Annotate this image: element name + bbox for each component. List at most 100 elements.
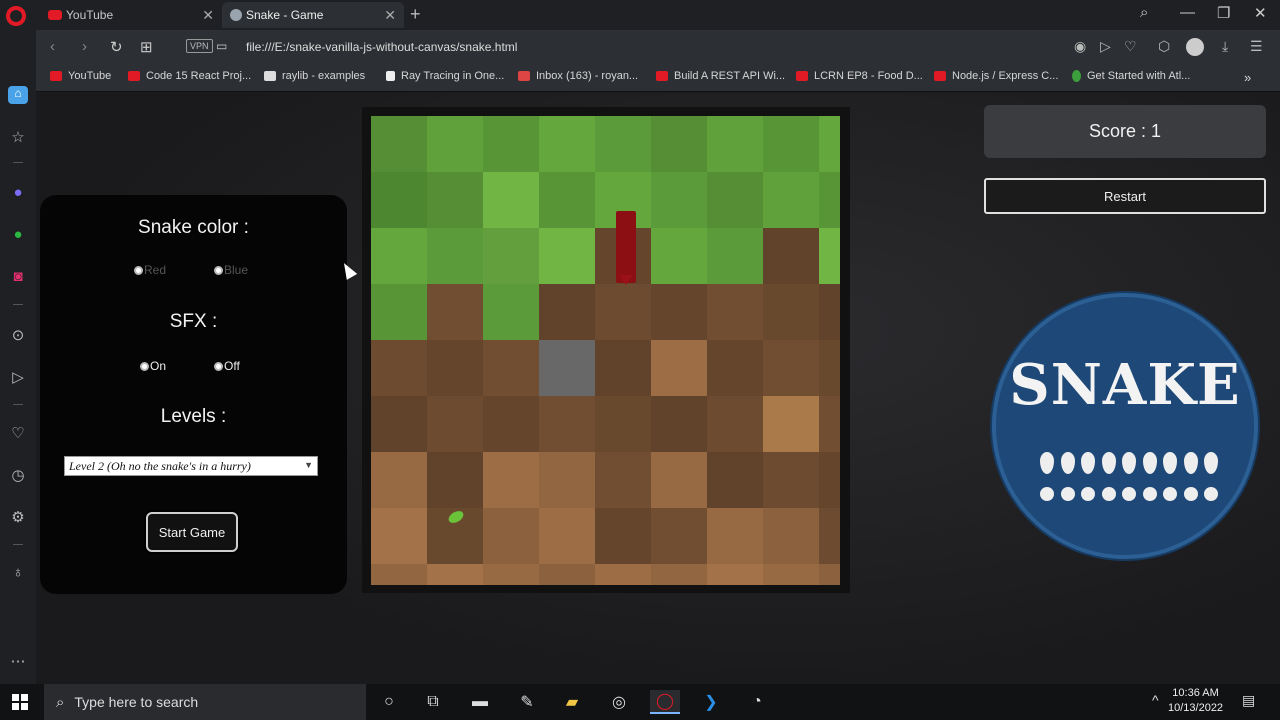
board-tile [651,452,707,508]
tab-title: Snake - Game [246,8,324,22]
minimize-button[interactable]: — [1180,4,1195,21]
board-tile [483,116,539,172]
board-tile [427,452,483,508]
bookmark-item[interactable]: LCRN EP8 - Food D... [796,70,923,82]
home-icon[interactable]: ⌂ [8,86,28,104]
board-tile [595,564,651,585]
bookmark-item[interactable]: Get Started with Atl... [1072,70,1190,82]
opera-taskbar-icon[interactable]: ◯ [650,690,680,714]
maximize-button[interactable]: ❐ [1217,4,1230,22]
radio-label: On [150,359,167,373]
opera-menu-icon[interactable] [6,6,26,26]
chevron-up-icon[interactable]: ^ [1152,692,1159,708]
mongodb-icon [1072,70,1081,82]
system-clock[interactable]: 10:36 AM 10/13/2022 [1168,686,1223,716]
whatsapp-icon[interactable]: ● [8,226,28,243]
lightbulb-icon[interactable]: ♁ [8,564,28,581]
board-tile [483,284,539,340]
paint-icon[interactable]: ✎ [512,690,542,714]
radio-red[interactable]: Red [134,263,166,277]
star-icon[interactable]: ☆ [8,128,28,146]
file-explorer-icon[interactable]: ▰ [557,690,587,714]
url-input[interactable]: file:///E:/snake-vanilla-js-without-canv… [246,40,517,54]
tab-bar: YouTube ✕ Snake - Game ✕ + ⌕ — ❐ ✕ [0,0,1280,30]
menu-icon[interactable]: ☰ [1250,38,1263,55]
tab-snake-game[interactable]: Snake - Game ✕ [222,2,404,28]
send-icon[interactable]: ▷ [1100,38,1111,55]
close-window-button[interactable]: ✕ [1254,4,1267,22]
radio-dot-icon [214,265,223,275]
board-tile [763,396,819,452]
search-tabs-icon[interactable]: ⌕ [1140,4,1148,21]
bookmark-item[interactable]: Code 15 React Proj... [128,70,251,82]
forward-button[interactable]: › [82,38,87,55]
board-tile [371,172,427,228]
camera-icon[interactable]: ◉ [1074,38,1086,55]
snake-color-title: Snake color : [138,217,249,238]
back-button[interactable]: ‹ [50,38,55,55]
page-icon [264,71,276,81]
speed-dial-icon[interactable]: ⊞ [140,38,153,56]
cortana-icon[interactable]: ○ [374,690,404,714]
start-game-button[interactable]: Start Game [146,512,238,552]
extensions-icon[interactable]: ⬡ [1158,38,1170,55]
send-icon[interactable]: ▷ [8,368,28,386]
board-tile [371,396,427,452]
more-options-icon[interactable]: ⋯ [8,652,28,670]
player-icon[interactable]: ⊙ [8,326,28,344]
notifications-icon[interactable]: ▤ [1242,692,1255,709]
radio-sfx-on[interactable]: On [140,359,166,373]
restart-button[interactable]: Restart [984,178,1266,214]
history-icon[interactable]: ◷ [8,466,28,484]
sidebar-divider [13,162,23,163]
bookmark-item[interactable]: Inbox (163) - royan... [518,70,638,82]
board-tile [763,284,819,340]
taskbar-search-input[interactable]: ⌕ Type here to search [44,684,366,720]
profile-avatar[interactable] [1186,38,1204,56]
download-icon[interactable]: ⤓ [1222,38,1228,55]
tab-youtube[interactable]: YouTube ✕ [40,2,222,28]
vpn-badge[interactable]: VPN [186,39,213,53]
game-board [362,107,850,593]
reload-icon[interactable]: ↻ [110,38,123,56]
board-tile [371,284,427,340]
close-tab-icon[interactable]: ✕ [384,7,396,24]
logo-teeth [1040,452,1218,474]
board-tile [483,452,539,508]
board-tile [651,228,707,284]
bookmark-item[interactable]: raylib - examples [264,70,365,82]
settings-icon[interactable]: ⚙ [8,508,28,526]
bookmark-label: Node.js / Express C... [952,70,1059,82]
instagram-icon[interactable]: ◙ [8,268,28,285]
board-tile [539,396,595,452]
youtube-icon [128,71,140,81]
messenger-icon[interactable]: ● [8,184,28,201]
heart-icon[interactable]: ♡ [1124,38,1137,55]
vscode-icon[interactable]: ❯ [696,690,726,714]
heart-icon[interactable]: ♡ [8,424,28,442]
bookmark-item[interactable]: Ray Tracing in One... [386,70,504,82]
board-tile [707,340,763,396]
level-select[interactable]: Level 2 (Oh no the snake's in a hurry) ▼ [64,456,318,476]
more-bookmarks-button[interactable]: » [1244,70,1251,85]
terminal-icon[interactable]: ▬ [465,690,495,714]
radio-blue[interactable]: Blue [214,263,248,277]
board-tile [539,116,595,172]
radio-sfx-off[interactable]: Off [214,359,240,373]
board-tile [651,172,707,228]
media-player-icon[interactable]: ◎ [604,690,634,714]
board-tile [483,564,539,585]
bookmark-item[interactable]: Node.js / Express C... [934,70,1058,82]
board-tile [707,228,763,284]
windows-start-icon[interactable] [12,694,28,710]
board-tile [819,340,840,396]
task-view-icon[interactable]: ⧉ [418,690,448,714]
board-tile [763,508,819,564]
bookmark-item[interactable]: YouTube [50,70,111,82]
bookmark-item[interactable]: Build A REST API Wi... [656,70,785,82]
board-tile [651,564,707,585]
close-tab-icon[interactable]: ✕ [202,7,214,24]
new-tab-button[interactable]: + [410,4,421,25]
recorder-icon[interactable]: ◔ [742,690,772,714]
board-tile [539,564,595,585]
